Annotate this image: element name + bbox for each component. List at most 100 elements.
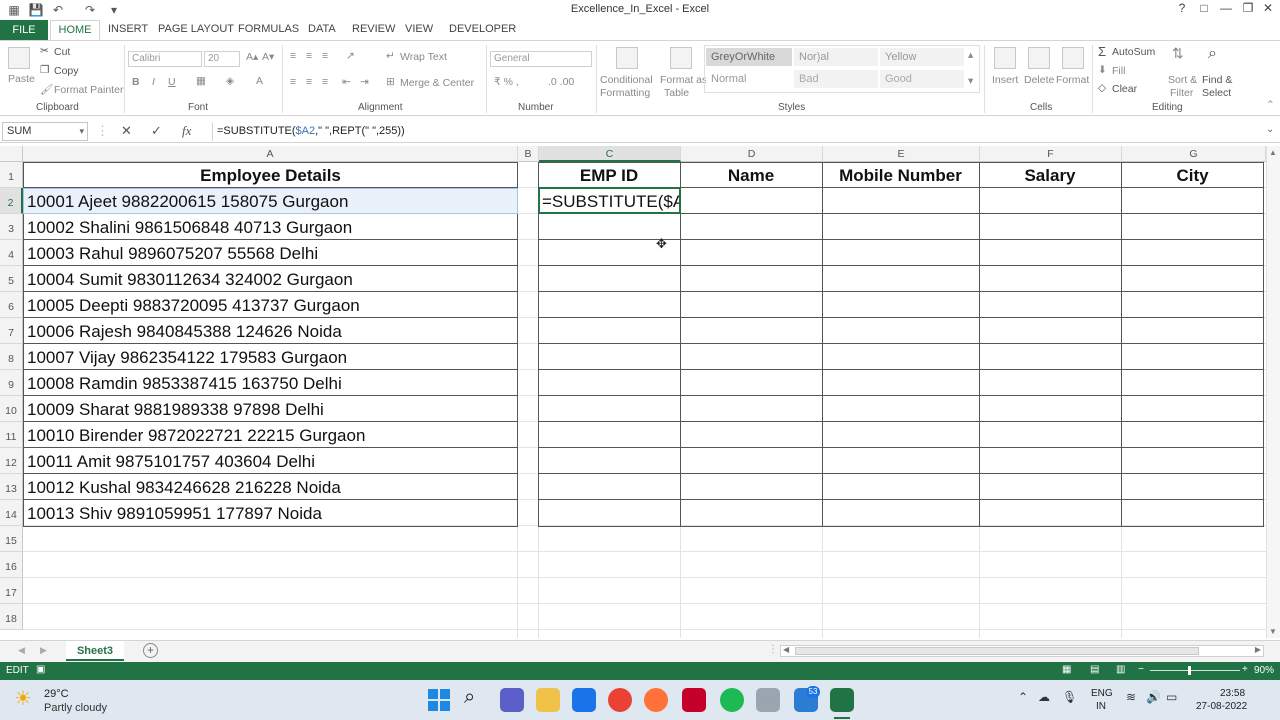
clock-time[interactable]: 23:58 — [1220, 688, 1245, 699]
sheet-tab-sheet3[interactable]: Sheet3 — [66, 641, 124, 661]
cell-a14[interactable]: 10013 Shiv 9891059951 177897 Noida — [27, 504, 322, 524]
minimize-icon[interactable]: — — [1216, 1, 1236, 15]
snipping-tool-icon[interactable] — [756, 688, 780, 712]
cell-a10[interactable]: 10009 Sharat 9881989338 97898 Delhi — [27, 400, 324, 420]
header-city[interactable]: City — [1121, 166, 1264, 186]
decimal-icon[interactable]: .0 .00 — [548, 76, 574, 88]
conditional-formatting-label-1[interactable]: Conditional — [600, 74, 653, 86]
wrap-text-icon[interactable]: ↵ — [386, 50, 395, 62]
autosum-icon[interactable]: Σ — [1098, 44, 1106, 59]
font-size-combo[interactable]: 20 — [204, 51, 240, 67]
column-header-g[interactable]: G — [1122, 146, 1266, 162]
row-header-11[interactable]: 11 — [0, 422, 23, 448]
header-emp-id[interactable]: EMP ID — [538, 166, 680, 186]
fill-icon[interactable]: ⬇ — [1098, 64, 1107, 76]
tab-view[interactable]: VIEW — [405, 23, 433, 35]
styles-scroll-up-icon[interactable]: ▴ — [968, 49, 973, 61]
zoom-out-icon[interactable]: − — [1138, 664, 1144, 675]
align-right-icon[interactable]: ≡ — [322, 76, 328, 88]
weather-temp[interactable]: 29°C — [44, 688, 69, 700]
confirm-entry-icon[interactable]: ✓ — [151, 123, 162, 139]
row-header-4[interactable]: 4 — [0, 240, 23, 266]
increase-indent-icon[interactable]: ⇥ — [360, 76, 369, 88]
tab-home[interactable]: HOME — [50, 20, 100, 41]
number-format-combo[interactable]: General — [490, 51, 592, 67]
format-painter-button[interactable]: Format Painter — [54, 84, 123, 96]
tab-insert[interactable]: INSERT — [108, 23, 148, 35]
conditional-formatting-label-2[interactable]: Formatting — [600, 87, 650, 99]
font-name-combo[interactable]: Calibri — [128, 51, 202, 67]
style-normal-custom[interactable]: Nor)al — [794, 48, 878, 66]
find-select-label-2[interactable]: Select — [1202, 87, 1231, 99]
row-header-13[interactable]: 13 — [0, 474, 23, 500]
fill-color-icon[interactable]: ◈ — [226, 75, 234, 87]
language-region[interactable]: IN — [1096, 701, 1106, 712]
zoom-level[interactable]: 90% — [1254, 665, 1274, 676]
wifi-icon[interactable]: ≋ — [1126, 690, 1136, 704]
styles-more-icon[interactable]: ▾ — [968, 75, 973, 87]
row-header-9[interactable]: 9 — [0, 370, 23, 396]
sheet-next-icon[interactable]: ▶ — [40, 645, 47, 656]
excel-taskbar-icon[interactable] — [830, 688, 854, 712]
horizontal-scroll-thumb[interactable] — [795, 647, 1199, 655]
font-color-icon[interactable]: A — [256, 75, 263, 87]
search-icon[interactable]: ⌕ — [464, 686, 475, 709]
shrink-font-icon[interactable]: A▾ — [262, 51, 274, 63]
zoom-slider-thumb[interactable] — [1188, 666, 1191, 675]
cell-a2[interactable]: 10001 Ajeet 9882200615 158075 Gurgaon — [27, 192, 348, 212]
row-header-14[interactable]: 14 — [0, 500, 23, 526]
zoom-slider[interactable] — [1150, 670, 1240, 671]
align-center-icon[interactable]: ≡ — [306, 76, 312, 88]
tab-formulas[interactable]: FORMULAS — [238, 23, 299, 35]
delete-cells-button[interactable]: Delete — [1024, 74, 1054, 86]
row-header-16[interactable]: 16 — [0, 552, 23, 578]
row-header-7[interactable]: 7 — [0, 318, 23, 344]
header-mobile-number[interactable]: Mobile Number — [822, 166, 979, 186]
chrome-icon[interactable] — [608, 688, 632, 712]
cell-a9[interactable]: 10008 Ramdin 9853387415 163750 Delhi — [27, 374, 342, 394]
worksheet-grid[interactable]: A B C D E F G 1 2 3 4 5 6 7 8 9 10 11 12… — [0, 146, 1266, 638]
weather-icon[interactable]: ☀ — [14, 686, 32, 711]
header-name[interactable]: Name — [680, 166, 822, 186]
name-box[interactable]: SUM ▾ — [2, 122, 88, 141]
select-all-corner[interactable] — [0, 146, 23, 162]
column-header-f[interactable]: F — [980, 146, 1122, 162]
cell-c2-editing[interactable]: =SUBSTITUTE($A — [542, 192, 679, 212]
cut-icon[interactable]: ✂ — [40, 45, 49, 57]
column-header-a[interactable]: A — [23, 146, 518, 162]
cell-a12[interactable]: 10011 Amit 9875101757 403604 Delhi — [27, 452, 315, 472]
row-header-8[interactable]: 8 — [0, 344, 23, 370]
insert-cells-button[interactable]: Insert — [992, 74, 1018, 86]
scroll-up-icon[interactable]: ▲ — [1269, 148, 1277, 157]
zoom-in-icon[interactable]: + — [1242, 664, 1248, 675]
row-header-12[interactable]: 12 — [0, 448, 23, 474]
mail-icon[interactable] — [572, 688, 596, 712]
cell-a3[interactable]: 10002 Shalini 9861506848 40713 Gurgaon — [27, 218, 352, 238]
header-salary[interactable]: Salary — [979, 166, 1121, 186]
insert-cells-icon[interactable] — [994, 47, 1016, 69]
align-middle-icon[interactable]: ≡ — [306, 50, 312, 62]
ribbon-display-icon[interactable]: □ — [1194, 1, 1214, 15]
horizontal-scrollbar[interactable]: ◀ ▶ — [780, 645, 1264, 657]
row-header-3[interactable]: 3 — [0, 214, 23, 240]
expand-formula-bar-icon[interactable]: ⌄ — [1266, 124, 1274, 135]
tab-data[interactable]: DATA — [308, 23, 336, 35]
style-yellow[interactable]: Yellow — [880, 48, 964, 66]
format-cells-icon[interactable] — [1062, 47, 1084, 69]
align-bottom-icon[interactable]: ≡ — [322, 50, 328, 62]
file-explorer-icon[interactable] — [536, 688, 560, 712]
paste-icon[interactable] — [8, 47, 30, 69]
clock-date[interactable]: 27-08-2022 — [1196, 701, 1247, 712]
help-icon[interactable]: ? — [1172, 1, 1192, 15]
scroll-down-icon[interactable]: ▼ — [1269, 627, 1277, 636]
delete-cells-icon[interactable] — [1028, 47, 1050, 69]
find-select-icon[interactable]: ⌕ — [1208, 45, 1217, 63]
sheet-prev-icon[interactable]: ◀ — [18, 645, 25, 656]
restore-icon[interactable]: ❐ — [1238, 1, 1258, 15]
tab-review[interactable]: REVIEW — [352, 23, 395, 35]
cell-a5[interactable]: 10004 Sumit 9830112634 324002 Gurgaon — [27, 270, 353, 290]
clear-icon[interactable]: ◇ — [1098, 82, 1106, 94]
cell-a11[interactable]: 10010 Birender 9872022721 22215 Gurgaon — [27, 426, 365, 446]
style-bad[interactable]: Bad — [794, 70, 878, 88]
collapse-ribbon-icon[interactable]: ⌃ — [1266, 99, 1275, 111]
